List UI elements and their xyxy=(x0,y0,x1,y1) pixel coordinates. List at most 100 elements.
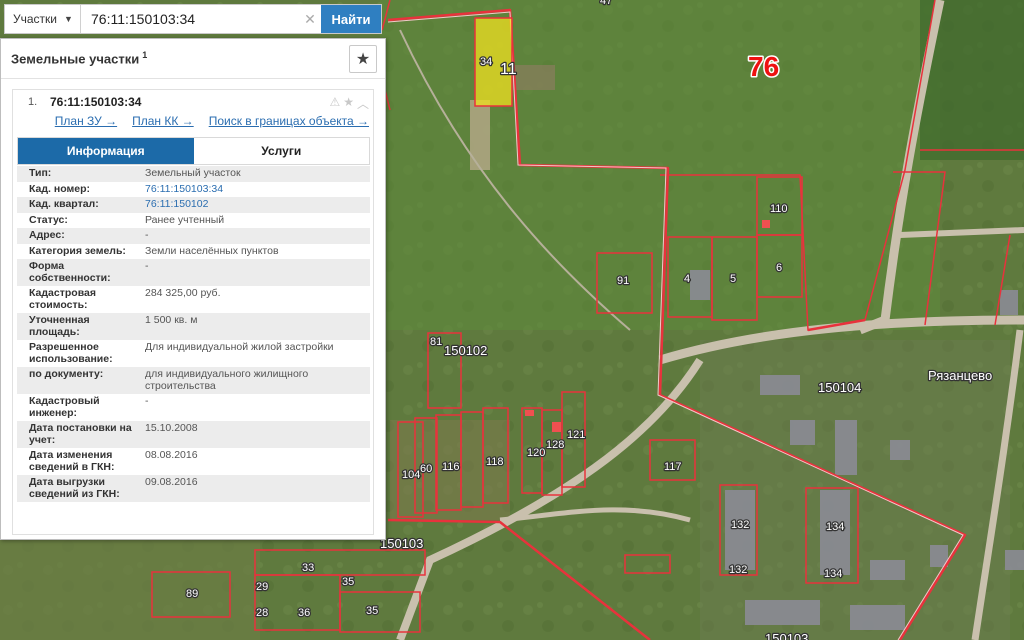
chevron-down-icon: ▼ xyxy=(64,14,73,24)
info-row: Статус: Ранее учтенный xyxy=(17,212,370,228)
info-value: Ранее учтенный xyxy=(145,213,225,226)
search-bar: Участки ▼ ✕ Найти xyxy=(4,4,382,34)
search-in-bounds-link[interactable]: Поиск в границах объекта → xyxy=(209,114,369,134)
quarter-label: 150102 xyxy=(444,343,487,358)
parcel-label[interactable]: 89 xyxy=(185,587,200,602)
parcel-label[interactable]: 11 xyxy=(499,60,518,80)
info-table: Тип: Земельный участок Кад. номер: 76:11… xyxy=(17,166,370,502)
cadastral-quarter-link[interactable]: 76:11:150102 xyxy=(133,197,370,213)
info-key: Дата постановки на учет: xyxy=(29,422,132,446)
parcel-label[interactable]: 33 xyxy=(301,561,316,576)
parcel-label[interactable]: 47 xyxy=(599,0,614,8)
info-key: Форма собственности: xyxy=(29,260,111,284)
search-input[interactable] xyxy=(81,5,299,33)
info-key: по документу: xyxy=(29,368,104,380)
info-row: Категория земель: Земли населённых пункт… xyxy=(17,243,370,259)
result-cadastral-number: 76:11:150103:34 xyxy=(50,95,142,109)
parcel-label[interactable]: 118 xyxy=(485,455,505,470)
parcel-label[interactable]: 121 xyxy=(566,428,587,443)
result-row[interactable]: 1. 76:11:150103:34 ⚠ ★ ︿ xyxy=(13,90,373,114)
parcel-label[interactable]: 28 xyxy=(255,606,270,621)
info-value: 09.08.2016 xyxy=(145,476,198,488)
info-value: - xyxy=(145,260,149,272)
info-row: Форма собственности: - xyxy=(17,259,370,286)
quarter-label: 150103 xyxy=(380,536,423,551)
info-row: Кад. номер: 76:11:150103:34 xyxy=(17,181,370,198)
panel-header: Земельные участки 1 ★ xyxy=(1,39,385,79)
warning-icon[interactable]: ⚠ xyxy=(329,95,340,112)
info-value: 284 325,00 руб. xyxy=(145,287,221,299)
tab-information[interactable]: Информация xyxy=(18,138,194,164)
info-row: Кад. квартал: 76:11:150102 xyxy=(17,197,370,213)
info-value: 15.10.2008 xyxy=(145,422,198,434)
info-row: Кадастровая стоимость: 284 325,00 руб. xyxy=(17,286,370,313)
parcel-label[interactable]: 4 xyxy=(683,272,692,287)
star-icon: ★ xyxy=(355,50,371,68)
info-row: Дата выгрузки сведений из ГКН: 09.08.201… xyxy=(17,475,370,502)
parcel-label[interactable]: 29 xyxy=(255,580,270,595)
parcel-label[interactable]: 35 xyxy=(365,604,380,619)
info-row: Дата постановки на учет: 15.10.2008 xyxy=(17,421,370,448)
card-tools: ⚠ ★ ︿ xyxy=(329,95,369,112)
parcel-label[interactable]: 35 xyxy=(341,575,356,590)
panel-title: Земельные участки 1 xyxy=(11,50,147,66)
info-row: по документу: для индивидуального жилищн… xyxy=(17,367,370,394)
parcel-label[interactable]: 60 xyxy=(419,462,434,477)
collapse-icon[interactable]: ︿ xyxy=(357,95,369,112)
parcel-label[interactable]: 132 xyxy=(728,563,749,578)
parcel-label[interactable]: 120 xyxy=(526,446,547,461)
star-icon[interactable]: ★ xyxy=(343,95,354,112)
info-key: Разрешенное использование: xyxy=(29,341,113,365)
info-value: - xyxy=(145,395,149,407)
info-row: Адрес: - xyxy=(17,228,370,244)
parcel-label[interactable]: 6 xyxy=(775,261,784,276)
parcel-label[interactable]: 34 xyxy=(479,55,494,70)
result-count: 1 xyxy=(142,50,148,61)
parcel-label[interactable]: 81 xyxy=(429,335,444,350)
clear-icon[interactable]: ✕ xyxy=(299,5,321,33)
info-key: Дата выгрузки сведений из ГКН: xyxy=(29,476,120,500)
parcel-label[interactable]: 110 xyxy=(769,202,789,217)
tab-services[interactable]: Услуги xyxy=(193,138,369,164)
info-value: 1 500 кв. м xyxy=(145,314,198,326)
parcel-label[interactable]: 128 xyxy=(545,438,566,453)
info-key: Дата изменения сведений в ГКН: xyxy=(29,449,115,473)
cadastral-number-link[interactable]: 76:11:150103:34 xyxy=(133,182,370,198)
parcel-label[interactable]: 91 xyxy=(616,274,631,289)
info-value: Земельный участок xyxy=(145,167,241,179)
info-row: Кадастровый инженер: - xyxy=(17,394,370,421)
parcel-label[interactable]: 117 xyxy=(663,460,683,475)
info-key: Статус: xyxy=(29,213,68,226)
results-panel: Земельные участки 1 ★ 1. 76:11:150103:34 … xyxy=(0,38,386,540)
info-row: Дата изменения сведений в ГКН: 08.08.201… xyxy=(17,448,370,475)
info-row: Уточненная площадь: 1 500 кв. м xyxy=(17,313,370,340)
info-key: Адрес: xyxy=(29,229,65,241)
parcel-label[interactable]: 36 xyxy=(297,606,312,621)
info-key: Кадастровая стоимость: xyxy=(29,287,96,311)
info-key: Категория земель: xyxy=(29,244,126,257)
parcel-label[interactable]: 132 xyxy=(730,518,751,533)
info-key: Кад. квартал: xyxy=(29,198,99,210)
parcel-label[interactable]: 134 xyxy=(823,567,844,582)
links-row: План ЗУ → План КК → Поиск в границах объ… xyxy=(13,114,373,134)
region-label: 76 xyxy=(748,51,779,82)
info-value: - xyxy=(145,229,149,241)
category-select[interactable]: Участки ▼ xyxy=(5,5,81,33)
plan-kk-link[interactable]: План КК → xyxy=(132,114,194,134)
info-row: Разрешенное использование: Для индивидуа… xyxy=(17,340,370,367)
result-card: 1. 76:11:150103:34 ⚠ ★ ︿ План ЗУ → План … xyxy=(12,89,374,535)
parcel-label[interactable]: 5 xyxy=(729,272,738,287)
quarter-label: 150104 xyxy=(818,380,861,395)
info-key: Кадастровый инженер: xyxy=(29,395,100,419)
parcel-label[interactable]: 116 xyxy=(441,460,461,475)
tabs: Информация Услуги xyxy=(17,137,370,165)
parcel-label[interactable]: 104 xyxy=(401,468,422,483)
favorites-button[interactable]: ★ xyxy=(349,44,377,73)
info-value: для индивидуального жилищного строительс… xyxy=(145,368,309,392)
find-button[interactable]: Найти xyxy=(321,5,381,33)
result-index: 1. xyxy=(28,96,38,108)
info-key: Уточненная площадь: xyxy=(29,314,90,338)
parcel-label[interactable]: 134 xyxy=(825,520,846,535)
plan-zu-link[interactable]: План ЗУ → xyxy=(55,114,117,134)
panel-title-text: Земельные участки xyxy=(11,51,140,67)
